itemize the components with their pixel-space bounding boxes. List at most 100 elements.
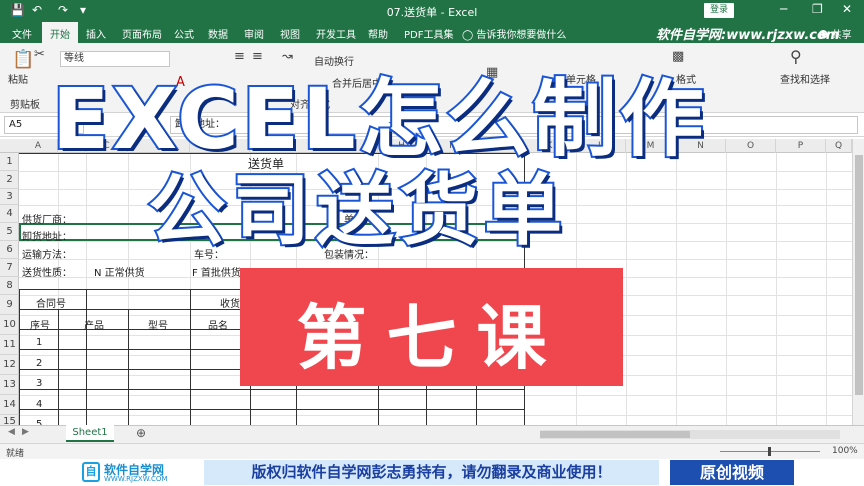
- row-header[interactable]: 14: [0, 395, 19, 415]
- sheet-tab-sheet1[interactable]: Sheet1: [66, 425, 114, 442]
- header-seq[interactable]: 序号: [30, 317, 50, 332]
- gridline: [726, 153, 727, 425]
- row-headers: 1 2 3 4 5 6 7 8 9 10 11 12 13 14 15: [0, 153, 19, 425]
- header-item-name[interactable]: 品名: [208, 317, 228, 332]
- status-bar: 就绪 100%: [0, 443, 864, 459]
- table-border: [58, 309, 59, 425]
- tab-review[interactable]: 审阅: [244, 26, 264, 41]
- row-header[interactable]: 3: [0, 189, 19, 205]
- row-header[interactable]: 9: [0, 295, 19, 315]
- site-logo-icon: 自: [82, 462, 100, 482]
- cell-delivery-type[interactable]: 送货性质：: [22, 264, 72, 279]
- tab-home[interactable]: 开始: [42, 22, 78, 43]
- tell-me-search[interactable]: ◯ 告诉我你想要做什么: [462, 26, 566, 41]
- bottom-banner: 自 软件自学网 WWW.RJZXW.COM 版权归软件自学网彭志勇持有，请勿翻录…: [0, 459, 864, 486]
- cut-icon[interactable]: ✂: [34, 47, 45, 62]
- prev-sheet-icon[interactable]: ◀: [8, 427, 15, 437]
- paste-icon[interactable]: 📋: [12, 49, 34, 70]
- row-header[interactable]: 13: [0, 375, 19, 395]
- gridline: [776, 153, 777, 425]
- cell-unload-address[interactable]: 卸货地址：: [22, 228, 72, 243]
- minimize-icon[interactable]: ─: [780, 2, 787, 16]
- tell-me-label: 告诉我你想要做什么: [476, 30, 567, 41]
- overlay-title-line2: 公司送货单: [146, 164, 569, 258]
- lightbulb-icon: ◯: [462, 30, 474, 41]
- cell-seq-4[interactable]: 4: [36, 399, 42, 410]
- tab-developer[interactable]: 开发工具: [316, 26, 356, 41]
- tab-pdf-tools[interactable]: PDF工具集: [404, 26, 453, 41]
- row-header[interactable]: 11: [0, 335, 19, 355]
- cell-supplier[interactable]: 供货厂商：: [22, 211, 72, 226]
- zoom-level[interactable]: 100%: [832, 446, 858, 456]
- table-border: [86, 289, 87, 425]
- row-header[interactable]: 7: [0, 259, 19, 277]
- tab-insert[interactable]: 插入: [86, 26, 106, 41]
- lesson-label: 第七课: [296, 297, 567, 379]
- person-icon: ☻: [818, 30, 829, 41]
- hscroll-thumb[interactable]: [540, 431, 690, 438]
- row-header[interactable]: 10: [0, 315, 19, 335]
- column-header[interactable]: Q: [826, 139, 852, 153]
- table-border: [190, 289, 191, 425]
- header-product[interactable]: 产品: [84, 317, 104, 332]
- share-button[interactable]: ☻ 共享: [818, 26, 852, 41]
- cell-transport[interactable]: 运输方法：: [22, 246, 72, 261]
- tab-help[interactable]: 帮助: [368, 26, 388, 41]
- horizontal-scrollbar[interactable]: [540, 430, 840, 439]
- table-border: [19, 389, 524, 390]
- tab-page-layout[interactable]: 页面布局: [122, 26, 162, 41]
- header-model[interactable]: 型号: [148, 317, 168, 332]
- tab-formulas[interactable]: 公式: [174, 26, 194, 41]
- login-button[interactable]: 登录: [704, 3, 734, 18]
- gridline: [826, 153, 827, 425]
- zoom-slider-knob[interactable]: [768, 447, 771, 456]
- cell-contract-no[interactable]: 合同号: [36, 295, 66, 310]
- ribbon-tabs: 文件 开始 插入 页面布局 公式 数据 审阅 视图 开发工具 帮助 PDF工具集…: [0, 22, 864, 43]
- tab-file[interactable]: 文件: [12, 26, 32, 41]
- tab-data[interactable]: 数据: [208, 26, 228, 41]
- share-label: 共享: [831, 30, 852, 41]
- lesson-badge: 第七课: [240, 268, 623, 386]
- vertical-scrollbar[interactable]: [852, 139, 864, 425]
- cell-receive[interactable]: 收货: [220, 295, 240, 310]
- row-header[interactable]: 8: [0, 277, 19, 295]
- row-header[interactable]: 12: [0, 355, 19, 375]
- copyright-notice: 版权归软件自学网彭志勇持有，请勿翻录及商业使用！: [204, 460, 659, 485]
- column-header[interactable]: O: [726, 139, 776, 153]
- gridline: [626, 153, 627, 425]
- row-header[interactable]: 4: [0, 205, 19, 223]
- column-header[interactable]: P: [776, 139, 826, 153]
- row-header[interactable]: 1: [0, 153, 19, 171]
- add-sheet-icon[interactable]: ⊕: [136, 426, 146, 440]
- cell-seq-1[interactable]: 1: [36, 337, 42, 348]
- document-title: 07.送货单 - Excel: [386, 6, 478, 19]
- row-header[interactable]: 2: [0, 171, 19, 189]
- title-bar: 💾 ↶ ↷ ▾ 07.送货单 - Excel 登录 ─ ❐ ✕: [0, 0, 864, 22]
- next-sheet-icon[interactable]: ▶: [22, 427, 29, 437]
- find-select-button[interactable]: 查找和选择: [780, 71, 830, 86]
- row-header[interactable]: 15: [0, 415, 19, 425]
- restore-icon[interactable]: ❐: [812, 2, 823, 16]
- cell-normal-supply[interactable]: N 正常供货: [94, 264, 145, 279]
- clipboard-group-label: 剪贴板: [10, 100, 40, 111]
- table-border: [19, 409, 524, 410]
- cell-seq-3[interactable]: 3: [36, 378, 42, 389]
- scroll-thumb[interactable]: [855, 155, 863, 395]
- gridline: [19, 395, 852, 396]
- gridline: [676, 153, 677, 425]
- original-video-badge: 原创视频: [670, 460, 794, 485]
- paste-label[interactable]: 粘贴: [8, 71, 28, 86]
- cell-first-batch[interactable]: F 首批供货: [192, 264, 241, 279]
- tab-view[interactable]: 视图: [280, 26, 300, 41]
- cell-seq-2[interactable]: 2: [36, 358, 42, 369]
- table-border: [128, 309, 129, 425]
- table-border: [19, 289, 20, 425]
- site-url: WWW.RJZXW.COM: [104, 475, 168, 483]
- status-ready: 就绪: [6, 449, 25, 459]
- find-icon[interactable]: ⚲: [790, 47, 802, 66]
- row-header[interactable]: 6: [0, 241, 19, 259]
- sheet-tabs-bar: ◀ ▶ Sheet1 ⊕: [0, 425, 864, 443]
- row-header[interactable]: 5: [0, 223, 19, 241]
- close-icon[interactable]: ✕: [842, 2, 852, 16]
- watermark-url: 软件自学网:www.rjzxw.com: [656, 28, 840, 43]
